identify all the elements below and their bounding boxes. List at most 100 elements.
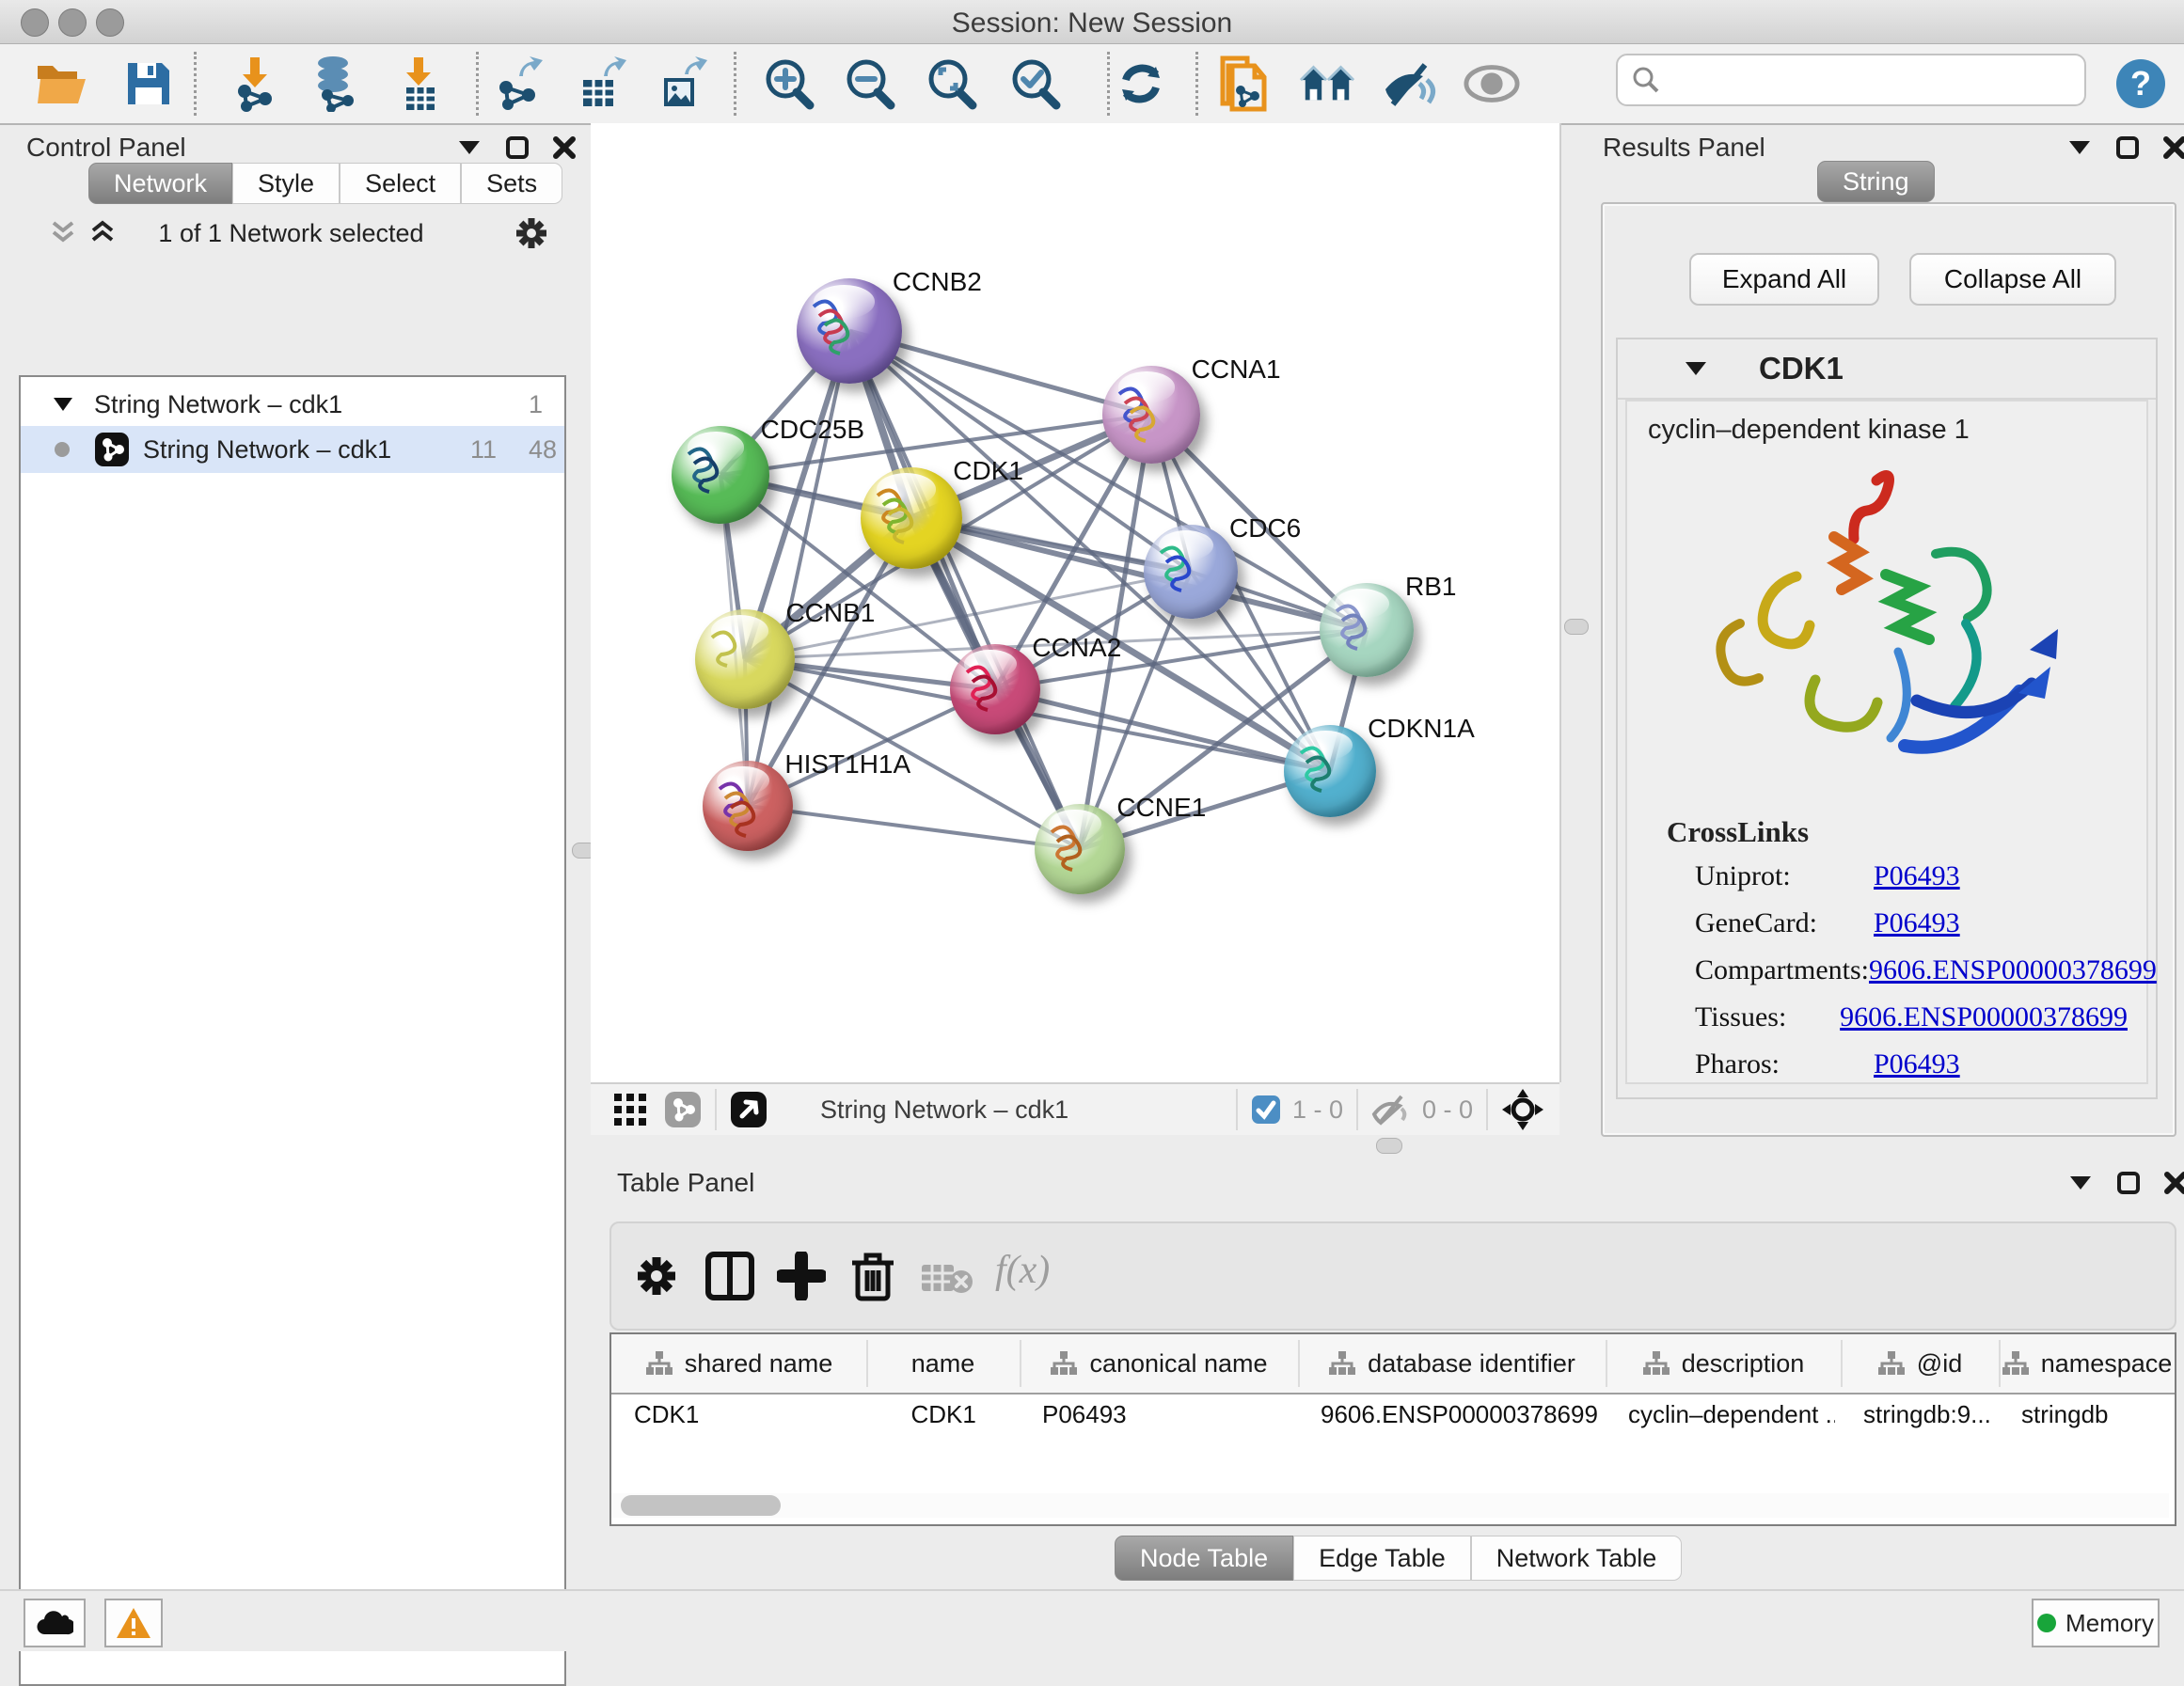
string-view-icon[interactable]: [664, 1091, 702, 1128]
show-columns-icon[interactable]: [705, 1252, 754, 1300]
tab-style[interactable]: Style: [232, 163, 340, 204]
hide-selected-eye-icon[interactable]: [1382, 55, 1438, 112]
open-session-button[interactable]: [34, 55, 90, 112]
network-node-ccna2[interactable]: [950, 644, 1040, 734]
cloud-button[interactable]: [24, 1599, 86, 1647]
tab-network-table[interactable]: Network Table: [1471, 1536, 1683, 1581]
crosslink-link[interactable]: P06493: [1874, 860, 1960, 892]
network-node-hist1h1a[interactable]: [703, 761, 793, 851]
crosslink-link[interactable]: P06493: [1874, 1048, 1960, 1080]
panel-menu-icon[interactable]: [2068, 1174, 2093, 1191]
table-cell[interactable]: 9606.ENSP00000378699: [1321, 1400, 1598, 1429]
add-column-icon[interactable]: [777, 1252, 826, 1300]
panel-close-icon[interactable]: [553, 136, 576, 159]
share-document-button[interactable]: [1215, 55, 1272, 112]
crosslink-link[interactable]: 9606.ENSP00000378699: [1869, 954, 2157, 986]
import-database-button[interactable]: [307, 55, 363, 112]
zoom-in-button[interactable]: [762, 55, 818, 112]
open-in-window-icon[interactable]: [730, 1091, 768, 1128]
export-network-button[interactable]: [489, 55, 546, 112]
column-header-description[interactable]: description: [1606, 1334, 1841, 1394]
home-button[interactable]: [1299, 55, 1355, 112]
column-header-canonicalname[interactable]: canonical name: [1020, 1334, 1298, 1394]
zoom-out-button[interactable]: [843, 55, 899, 112]
refresh-button[interactable]: [1113, 55, 1169, 112]
help-button[interactable]: ?: [2113, 55, 2169, 112]
tree-expand-icon[interactable]: [53, 397, 73, 412]
table-cell[interactable]: CDK1: [911, 1400, 976, 1429]
network-options-gear-icon[interactable]: [514, 215, 549, 251]
search-input[interactable]: [1669, 59, 2067, 99]
column-divider[interactable]: [1606, 1340, 1607, 1387]
zoom-fit-button[interactable]: [925, 55, 981, 112]
control-panel: Control Panel Network Style Select Sets …: [0, 123, 582, 1589]
show-eye-icon[interactable]: [1464, 55, 1520, 112]
tab-node-table[interactable]: Node Table: [1115, 1536, 1293, 1581]
network-row-selected[interactable]: String Network – cdk1 11 48: [21, 426, 564, 473]
search-box[interactable]: [1616, 54, 2086, 106]
crosslink-link[interactable]: 9606.ENSP00000378699: [1840, 1001, 2128, 1033]
panel-float-icon[interactable]: [2116, 136, 2139, 159]
network-view[interactable]: CCNB2CCNA1CDC25BCDK1CDC6RB1CCNB1CCNA2CDK…: [591, 123, 1561, 1082]
column-divider[interactable]: [1020, 1340, 1021, 1387]
scrollbar-thumb[interactable]: [621, 1495, 781, 1516]
hidden-eye-slash-icon[interactable]: [1371, 1094, 1411, 1126]
column-header-id[interactable]: @id: [1841, 1334, 1999, 1394]
network-node-cdk1[interactable]: [861, 467, 962, 569]
column-divider[interactable]: [1999, 1340, 2001, 1387]
panel-menu-icon[interactable]: [457, 139, 482, 156]
panel-menu-icon[interactable]: [2067, 139, 2092, 156]
network-node-cdkn1a[interactable]: [1284, 725, 1376, 817]
import-network-button[interactable]: [226, 55, 282, 112]
zoom-selected-button[interactable]: [1008, 55, 1065, 112]
network-node-rb1[interactable]: [1320, 583, 1414, 677]
tab-string-results[interactable]: String: [1817, 161, 1935, 202]
network-node-ccna1[interactable]: [1102, 366, 1200, 464]
export-table-button[interactable]: [572, 55, 628, 112]
network-node-cdc6[interactable]: [1144, 525, 1238, 619]
table-cell[interactable]: cyclin–dependent ...: [1628, 1400, 1835, 1429]
table-cell[interactable]: CDK1: [634, 1400, 699, 1429]
panel-float-icon[interactable]: [2117, 1172, 2140, 1194]
tab-edge-table[interactable]: Edge Table: [1293, 1536, 1471, 1581]
export-image-button[interactable]: [653, 55, 709, 112]
network-node-cdc25b[interactable]: [672, 426, 769, 524]
crosslink-link[interactable]: P06493: [1874, 907, 1960, 939]
table-horizontal-scrollbar[interactable]: [611, 1493, 2169, 1518]
column-header-name[interactable]: name: [866, 1334, 1020, 1394]
network-node-ccnb1[interactable]: [695, 609, 795, 709]
birdseye-navigator-icon[interactable]: [1501, 1088, 1544, 1131]
panel-close-icon[interactable]: [2164, 1172, 2184, 1194]
table-options-gear-icon[interactable]: [634, 1253, 679, 1299]
delete-column-icon[interactable]: [848, 1250, 897, 1302]
save-session-button[interactable]: [120, 55, 177, 112]
column-divider[interactable]: [1841, 1340, 1843, 1387]
column-header-sharedname[interactable]: shared name: [611, 1334, 866, 1394]
column-divider[interactable]: [866, 1340, 868, 1387]
warning-button[interactable]: [104, 1599, 163, 1647]
panel-float-icon[interactable]: [506, 136, 529, 159]
selected-checkbox-icon[interactable]: [1251, 1095, 1281, 1125]
network-edge-count: 48: [529, 435, 557, 465]
tab-network[interactable]: Network: [88, 163, 232, 204]
table-cell[interactable]: stringdb: [2021, 1400, 2109, 1429]
network-node-ccne1[interactable]: [1035, 804, 1125, 894]
network-collection-row[interactable]: String Network – cdk1 1: [21, 383, 564, 426]
column-header-databaseidentifier[interactable]: database identifier: [1298, 1334, 1606, 1394]
memory-button[interactable]: Memory: [2032, 1599, 2160, 1647]
column-header-namespace[interactable]: namespace: [1999, 1334, 2175, 1394]
grid-view-icon[interactable]: [613, 1093, 647, 1127]
bottom-splitter-handle[interactable]: [1376, 1138, 1402, 1154]
table-cell[interactable]: stringdb:9...: [1863, 1400, 1991, 1429]
tab-sets[interactable]: Sets: [461, 163, 562, 204]
collapse-all-button[interactable]: Collapse All: [1909, 253, 2116, 306]
gene-collapse-icon[interactable]: [1684, 360, 1708, 377]
expand-all-button[interactable]: Expand All: [1689, 253, 1879, 306]
table-cell[interactable]: P06493: [1042, 1400, 1127, 1429]
import-table-button[interactable]: [391, 55, 448, 112]
network-node-ccnb2[interactable]: [797, 278, 902, 384]
column-divider[interactable]: [1298, 1340, 1300, 1387]
column-type-icon: [1050, 1350, 1078, 1377]
panel-close-icon[interactable]: [2163, 136, 2184, 159]
tab-select[interactable]: Select: [340, 163, 461, 204]
